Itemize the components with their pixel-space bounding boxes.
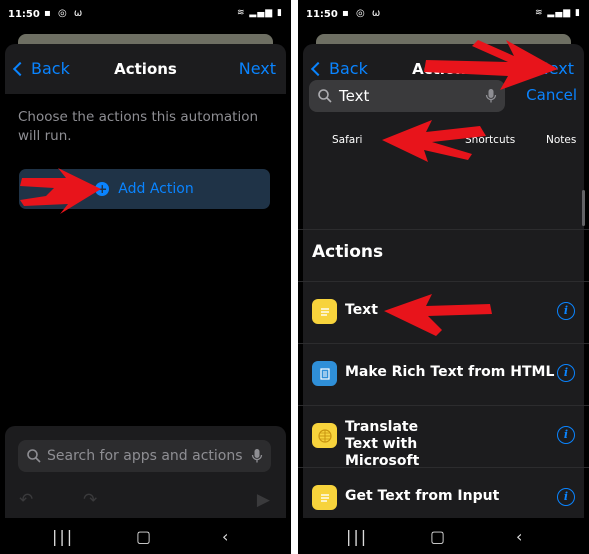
category-tabs: Safari Trello Shortcuts Notes — [298, 134, 589, 150]
status-bar: 11:50 ▪ ◎ ѡ ≋ ▂▄▆ ▮ — [0, 0, 291, 30]
redo-icon[interactable]: ↷ — [83, 490, 97, 510]
scrollbar[interactable] — [582, 190, 585, 226]
recents-icon[interactable]: ||| — [346, 527, 368, 546]
text-note-icon — [312, 485, 337, 510]
translate-grid-icon — [312, 423, 337, 448]
signal-battery-icons: ≋ ▂▄▆ ▮ — [237, 8, 283, 18]
divider — [298, 229, 589, 230]
status-time: 11:50 — [8, 9, 40, 20]
tab-notes[interactable]: Notes — [546, 134, 576, 146]
status-time: 11:50 — [306, 9, 338, 20]
play-icon[interactable]: ▶ — [257, 490, 270, 510]
tab-safari[interactable]: Safari — [332, 134, 362, 146]
android-nav-bar: ||| ▢ ‹ — [298, 518, 589, 554]
microphone-icon[interactable] — [485, 88, 497, 104]
notification-icons: ▪ ◎ ѡ — [342, 8, 383, 19]
action-name: Text — [345, 302, 378, 318]
actions-list: Text i Make Rich Text from HTML i Transl… — [298, 281, 589, 529]
action-name: Make Rich Text from HTML — [345, 364, 555, 380]
next-button[interactable]: Next — [239, 59, 276, 78]
list-item[interactable]: Make Rich Text from HTML i — [298, 343, 589, 405]
add-action-label: Add Action — [118, 181, 194, 197]
document-icon — [312, 361, 337, 386]
home-icon[interactable]: ▢ — [430, 527, 445, 546]
android-nav-bar: ||| ▢ ‹ — [0, 518, 291, 554]
editor-toolbar: ↶ ↷ ▶ — [17, 490, 274, 510]
notification-icons: ▪ ◎ ѡ — [44, 8, 85, 19]
add-action-button[interactable]: + Add Action — [19, 169, 270, 209]
tab-shortcuts[interactable]: Shortcuts — [465, 134, 515, 146]
list-item[interactable]: Translate Text with Microsoft i — [298, 405, 589, 469]
info-icon[interactable]: i — [557, 488, 575, 506]
tab-trello[interactable]: Trello — [405, 134, 433, 146]
right-screenshot: 11:50 ▪ ◎ ѡ ≋ ▂▄▆ ▮ Back Actions Next Te… — [298, 0, 589, 554]
search-icon — [27, 449, 41, 463]
status-bar: 11:50 ▪ ◎ ѡ ≋ ▂▄▆ ▮ — [298, 0, 589, 30]
recents-icon[interactable]: ||| — [52, 527, 74, 546]
microphone-icon[interactable] — [251, 448, 263, 464]
info-icon[interactable]: i — [557, 364, 575, 382]
next-button[interactable]: Next — [537, 59, 574, 78]
search-input[interactable]: Text — [309, 80, 505, 112]
search-placeholder: Search for apps and actions — [47, 448, 243, 464]
signal-battery-icons: ≋ ▂▄▆ ▮ — [535, 8, 581, 18]
cancel-button[interactable]: Cancel — [526, 86, 577, 104]
action-name: Get Text from Input — [345, 488, 500, 504]
info-icon[interactable]: i — [557, 426, 575, 444]
search-icon — [318, 89, 332, 103]
text-note-icon — [312, 299, 337, 324]
back-nav-icon[interactable]: ‹ — [516, 527, 522, 546]
nav-bar: Back Actions Next — [5, 44, 286, 94]
section-title: Actions — [312, 242, 384, 262]
search-row: Text Cancel — [298, 80, 589, 114]
back-nav-icon[interactable]: ‹ — [222, 527, 228, 546]
actions-sheet: Back Actions Next Choose the actions thi… — [5, 44, 286, 518]
undo-icon[interactable]: ↶ — [19, 490, 33, 510]
home-icon[interactable]: ▢ — [136, 527, 151, 546]
description-text: Choose the actions this automation will … — [18, 109, 259, 144]
search-input[interactable]: Search for apps and actions — [18, 440, 271, 472]
left-screenshot: 11:50 ▪ ◎ ѡ ≋ ▂▄▆ ▮ Back Actions Next Ch… — [0, 0, 291, 554]
plus-icon: + — [95, 182, 110, 196]
list-item[interactable]: Text i — [298, 281, 589, 343]
info-icon[interactable]: i — [557, 302, 575, 320]
search-panel: Search for apps and actions ↶ ↷ ▶ — [5, 426, 286, 518]
action-name: Translate Text with Microsoft — [345, 419, 420, 469]
search-value: Text — [339, 87, 370, 105]
